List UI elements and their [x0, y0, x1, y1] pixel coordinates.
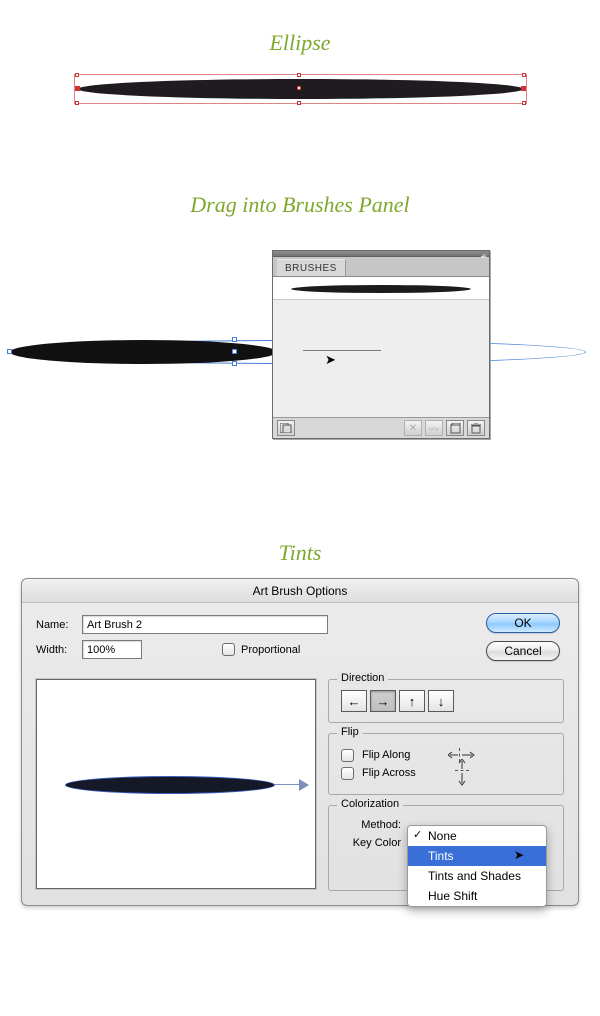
checkbox-icon: [341, 767, 354, 780]
arrow-up-icon: ↑: [409, 694, 416, 709]
anchor-left[interactable]: [75, 86, 80, 91]
direction-down-button[interactable]: ↓: [428, 690, 454, 712]
method-option-none[interactable]: None: [408, 826, 546, 846]
handle-tc[interactable]: [297, 73, 301, 77]
direction-arrow-head: [299, 779, 309, 791]
ok-button[interactable]: OK: [486, 613, 560, 633]
name-field[interactable]: [82, 615, 328, 634]
colorization-group: Colorization Method: None Tints Tints an…: [328, 805, 564, 891]
bhandle-t[interactable]: [232, 337, 237, 342]
preview-stroke: [65, 776, 275, 794]
method-option-tints-shades[interactable]: Tints and Shades: [408, 866, 546, 886]
arrow-right-icon: →: [377, 694, 390, 709]
flip-along-label: Flip Along: [362, 749, 448, 761]
flip-across-icon: [455, 759, 469, 787]
method-dropdown-list: None Tints Tints and Shades Hue Shift ➤: [407, 825, 547, 907]
checkbox-icon: [222, 643, 235, 656]
flip-across-label: Flip Across: [362, 767, 448, 779]
panel-tabs: BRUSHES: [273, 257, 489, 277]
bhandle-l[interactable]: [7, 349, 12, 354]
proportional-checkbox[interactable]: Proportional: [222, 643, 300, 656]
method-label: Method:: [341, 819, 407, 831]
art-brush-options-dialog: Art Brush Options OK Cancel Name: Width:…: [21, 578, 579, 906]
ellipse-selected[interactable]: [78, 76, 523, 102]
drop-indicator: [303, 350, 381, 351]
handle-bl[interactable]: [75, 101, 79, 105]
new-brush-icon: [450, 423, 461, 434]
brush-item-1[interactable]: [273, 278, 489, 300]
arrow-left-icon: ←: [348, 694, 361, 709]
remove-stroke-button[interactable]: ✕: [404, 420, 422, 436]
drag-illustration: ◂≡ BRUSHES ➤ ✕ 〰: [0, 230, 600, 510]
direction-right-button[interactable]: →: [370, 690, 396, 712]
flip-group: Flip Flip Along Flip Across: [328, 733, 564, 795]
brushes-panel[interactable]: ◂≡ BRUSHES ➤ ✕ 〰: [272, 250, 490, 439]
checkbox-icon: [341, 749, 354, 762]
panel-body[interactable]: ➤: [273, 277, 489, 417]
colorization-legend: Colorization: [337, 798, 403, 810]
direction-up-button[interactable]: ↑: [399, 690, 425, 712]
method-option-hue-shift[interactable]: Hue Shift: [408, 886, 546, 906]
bhandle-b[interactable]: [232, 361, 237, 366]
new-brush-button[interactable]: [446, 420, 464, 436]
anchor-right[interactable]: [521, 86, 526, 91]
flyout-menu-icon[interactable]: ◂≡: [480, 252, 485, 261]
handle-bc[interactable]: [297, 101, 301, 105]
direction-legend: Direction: [337, 672, 388, 684]
tab-brushes[interactable]: BRUSHES: [277, 259, 346, 276]
arrow-down-icon: ↓: [438, 694, 445, 709]
brush-libraries-button[interactable]: [277, 420, 295, 436]
stroke-options-icon: 〰: [429, 421, 439, 436]
bhandle-c[interactable]: [232, 349, 237, 354]
library-icon: [280, 423, 292, 433]
cancel-button[interactable]: Cancel: [486, 641, 560, 661]
handle-br[interactable]: [522, 101, 526, 105]
flip-along-checkbox[interactable]: Flip Along: [341, 748, 553, 762]
width-label: Width:: [36, 644, 82, 656]
flip-across-checkbox[interactable]: Flip Across: [341, 766, 553, 780]
proportional-label: Proportional: [241, 644, 300, 656]
panel-topbar[interactable]: ◂≡: [273, 251, 489, 257]
remove-stroke-icon: ✕: [409, 423, 417, 434]
brush-thumbnail: [291, 285, 471, 293]
flip-legend: Flip: [337, 726, 363, 738]
direction-group: Direction ← → ↑ ↓: [328, 679, 564, 723]
handle-center[interactable]: [297, 86, 301, 90]
trash-icon: [471, 423, 481, 434]
method-option-tints[interactable]: Tints: [408, 846, 546, 866]
cursor-icon: ➤: [325, 352, 336, 368]
width-field[interactable]: [82, 640, 142, 659]
cursor-icon: ➤: [514, 848, 524, 862]
heading-tints: Tints: [0, 540, 600, 566]
direction-left-button[interactable]: ←: [341, 690, 367, 712]
dialog-title: Art Brush Options: [22, 579, 578, 603]
delete-brush-button[interactable]: [467, 420, 485, 436]
keycolor-label: Key Color: [341, 837, 407, 849]
handle-tr[interactable]: [522, 73, 526, 77]
panel-footer: ✕ 〰: [273, 417, 489, 438]
stroke-options-button[interactable]: 〰: [425, 420, 443, 436]
heading-ellipse: Ellipse: [0, 30, 600, 56]
heading-drag: Drag into Brushes Panel: [0, 192, 600, 218]
brush-preview: [36, 679, 316, 889]
handle-tl[interactable]: [75, 73, 79, 77]
name-label: Name:: [36, 619, 82, 631]
